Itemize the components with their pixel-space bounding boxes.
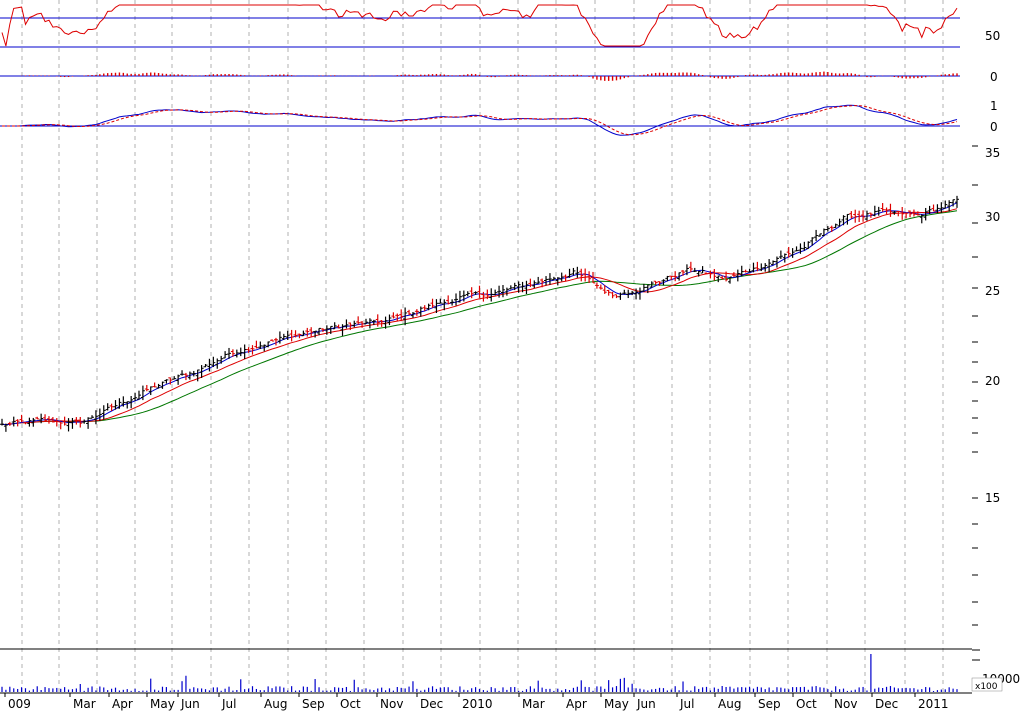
x-tick-label: Oct: [796, 697, 817, 711]
x-tick-label: 2010: [462, 697, 493, 711]
price-axis-minor-ticks: [972, 145, 978, 626]
volume-multiplier-label: x100: [975, 682, 998, 692]
x-tick-label: Apr: [112, 697, 133, 711]
x-tick-label: May: [150, 697, 175, 711]
x-tick-label: Jun: [636, 697, 656, 711]
x-tick-label: 009: [8, 697, 31, 711]
rsi-tick-label: 50: [985, 29, 1000, 43]
x-tick-label: Sep: [758, 697, 781, 711]
x-tick-label: Nov: [834, 697, 857, 711]
x-tick-label: Sep: [302, 697, 325, 711]
macd-histogram-panel: 0: [0, 70, 998, 84]
macd-tick-label-0: 0: [990, 120, 998, 134]
stock-chart: 50 0 1 0 35 30 25 20 15 10000 x100 009 Ma…: [0, 0, 1020, 711]
x-tick-label: Jun: [180, 697, 200, 711]
x-tick-label: Dec: [420, 697, 443, 711]
rsi-panel: 50: [0, 4, 1000, 48]
macd-tick-label-1: 1: [990, 99, 998, 113]
x-tick-label: May: [604, 697, 629, 711]
x-tick-label: Aug: [264, 697, 287, 711]
x-tick-label: Nov: [380, 697, 403, 711]
x-tick-label: Jul: [221, 697, 236, 711]
x-tick-label: Dec: [875, 697, 898, 711]
price-tick-label-20: 20: [985, 374, 1000, 388]
x-tick-label: Oct: [340, 697, 361, 711]
x-tick-label: Apr: [566, 697, 587, 711]
price-tick-label-30: 30: [985, 210, 1000, 224]
x-tick-label: Mar: [522, 697, 545, 711]
x-tick-label: Jul: [679, 697, 694, 711]
x-axis: 009 Mar Apr May Jun Jul Aug Sep Oct Nov Dec 2010 Mar…: [0, 692, 972, 711]
price-tick-label-35: 35: [985, 146, 1000, 160]
x-tick-label: Aug: [718, 697, 741, 711]
price-panel: 35 30 25 20 15: [0, 145, 1000, 626]
macd-panel: 1 0: [0, 99, 998, 136]
x-tick-label: Mar: [73, 697, 96, 711]
vertical-gridlines: [21, 0, 944, 693]
macd-hist-tick-label: 0: [990, 70, 998, 84]
x-tick-label: 2011: [918, 697, 949, 711]
price-tick-label-15: 15: [985, 491, 1000, 505]
price-tick-label-25: 25: [985, 284, 1000, 298]
volume-panel: 10000 x100: [1, 649, 1020, 692]
